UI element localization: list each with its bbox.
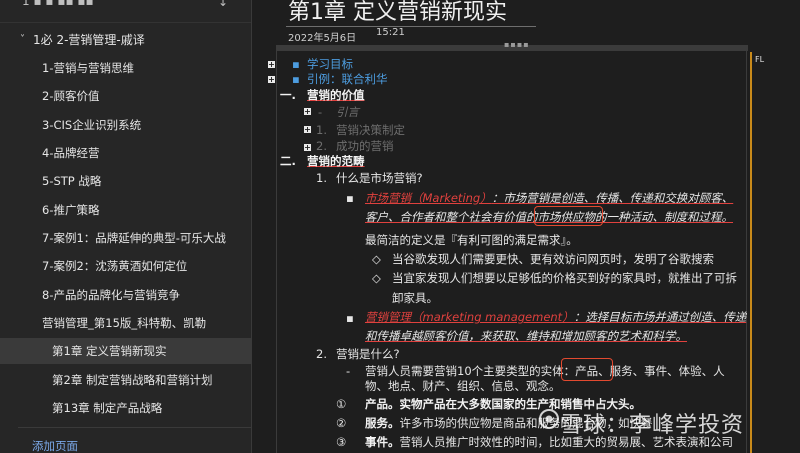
page-item-label: 7-案例2：沈荡黄酒如何定位 <box>42 259 188 273</box>
section-number: 一. <box>280 88 296 102</box>
expand-icon[interactable]: + <box>304 144 311 152</box>
outline-item[interactable]: 什么是市场营销? <box>336 170 423 186</box>
outline-item-collapsed[interactable]: 营销决策制定 <box>336 122 405 138</box>
page-item[interactable]: 第13章 制定产品战略 <box>0 395 251 421</box>
outline-bullet: ◇ <box>372 271 381 285</box>
page-item-label: 3-CIS企业识别系统 <box>42 118 142 132</box>
outline-bullet: ◇ <box>372 252 381 266</box>
outline-item[interactable]: 营销是什么? <box>336 346 400 362</box>
section-heading[interactable]: 营销的范畴 <box>307 153 365 169</box>
expand-icon[interactable]: + <box>268 76 275 84</box>
page-item[interactable]: 8-产品的品牌化与营销竞争 <box>0 282 251 308</box>
container-label: FL <box>755 55 765 64</box>
page-item-label: 第2章 制定营销战略和营销计划 <box>52 373 213 387</box>
page-item-label: 4-品牌经营 <box>42 146 100 160</box>
outline-bullet: ▪ <box>292 57 300 71</box>
page-item-label: 1-营销与营销思维 <box>42 61 134 75</box>
section-header[interactable]: ˅ 1必 2-营销管理-戚译 <box>0 29 251 51</box>
outline-bullet: ▪ <box>292 72 300 86</box>
page-time: 15:21 <box>376 27 405 38</box>
definition-term: 营销管理（marketing management） <box>365 310 574 324</box>
definition-text[interactable]: 和传播卓越顾客价值，来获取、维持和增加顾客的艺术和科学。 <box>365 328 687 344</box>
page-item[interactable]: 2-顾客价值 <box>0 83 251 109</box>
outline-number: ② <box>336 416 347 430</box>
outline-item[interactable]: 最简洁的定义是『有利可图的满足需求』。 <box>365 232 578 248</box>
outline-item[interactable]: 物、地点、财产、组织、信息、观念。 <box>365 378 561 394</box>
page-item[interactable]: 7-案例2：沈荡黄酒如何定位 <box>0 253 251 279</box>
definition-text: ：市场营销是创造、传播、传递和交换对顾客、 <box>491 191 734 205</box>
outline-item[interactable]: 营销人员需要营销10个主要类型的实体：产品、服务、事件、体验、人 <box>365 363 725 379</box>
outline-number: ③ <box>336 435 347 449</box>
outline-bullet: ▪ <box>346 311 354 325</box>
section-heading[interactable]: 营销的价值 <box>307 87 365 103</box>
outline-number: 2. <box>316 347 327 361</box>
outline-item[interactable]: 当宜家发现人们想要以足够低的价格买到好的家具时，就推出了可拆 <box>392 270 737 286</box>
expand-icon[interactable]: + <box>268 61 275 69</box>
page-item-label: 7-案例1：品牌延伸的典型-可乐大战 <box>42 231 226 245</box>
page-item-label: 第13章 制定产品战略 <box>52 401 163 415</box>
outline-number: 2. <box>316 139 327 153</box>
page-item[interactable]: 第2章 制定营销战略和营销计划 <box>0 367 251 393</box>
page-item[interactable]: 7-案例1：品牌延伸的典型-可乐大战 <box>0 225 251 251</box>
outline-item-intro-case[interactable]: 引例：联合利华 <box>307 71 388 87</box>
expand-icon[interactable]: + <box>304 126 311 134</box>
page-item[interactable]: 5-STP 战略 <box>0 168 251 194</box>
page-item[interactable]: 营销管理_第15版_科特勒、凯勒 <box>0 310 251 336</box>
page-item-label: 5-STP 战略 <box>42 174 102 188</box>
page-item-label: 8-产品的品牌化与营销竞争 <box>42 288 180 302</box>
title-underline <box>286 26 536 27</box>
page-date: 2022年5月6日 <box>288 33 357 44</box>
container-border <box>276 51 277 453</box>
outline-bullet: ▪ <box>346 191 354 205</box>
outline-item-learning-goals[interactable]: 学习目标 <box>307 56 353 72</box>
sidebar: 1 ▪ ▪ ▪▪ ▪▪ ↓ ˅ 1必 2-营销管理-戚译 1-营销与营销思维 2… <box>0 0 252 453</box>
container-border <box>746 51 747 453</box>
page-canvas[interactable]: 第1章 定义营销新现实 2022年5月6日 15:21 ▪▪▪▪ FL + ▪ … <box>252 0 800 453</box>
page-item-label: 2-顾客价值 <box>42 89 100 103</box>
outline-number: 1. <box>316 171 327 185</box>
outline-item-collapsed[interactable]: 引言 <box>336 104 359 120</box>
drag-handle-icon[interactable]: ▪▪▪▪ <box>504 40 530 49</box>
note-container-handle[interactable]: ▪▪▪▪ <box>276 40 748 51</box>
outline-item[interactable]: 当谷歌发现人们需要更快、更有效访问网页时，发明了谷歌搜索 <box>392 251 714 267</box>
watermark-text: 雪球：李峰学投资 <box>560 413 745 438</box>
outline-number: 1. <box>316 123 327 137</box>
highlight-box <box>534 206 603 226</box>
container-marker <box>750 52 752 453</box>
page-item-selected[interactable]: 第1章 定义营销新现实 <box>0 338 251 364</box>
expand-icon[interactable]: + <box>304 108 311 116</box>
outline-bullet: - <box>318 105 323 119</box>
page-item[interactable]: 3-CIS企业识别系统 <box>0 112 251 138</box>
page-item[interactable]: 6-推广策略 <box>0 197 251 223</box>
sort-arrow-icon[interactable]: ↓ <box>218 0 228 9</box>
sidebar-divider <box>18 427 251 428</box>
outline-bullet: - <box>346 364 351 378</box>
page-item[interactable]: 1-营销与营销思维 <box>0 55 251 81</box>
add-page-button[interactable]: 添加页面 <box>32 438 78 453</box>
section-label: 1必 2-营销管理-戚译 <box>33 33 145 47</box>
definition-line[interactable]: 市场营销（Marketing）：市场营销是创造、传播、传递和交换对顾客、 <box>365 190 733 206</box>
section-number: 二. <box>280 154 296 168</box>
outline-item-collapsed[interactable]: 成功的营销 <box>336 138 394 154</box>
outline-number: ① <box>336 397 347 411</box>
page-item-label: 6-推广策略 <box>42 203 100 217</box>
definition-line[interactable]: 营销管理（marketing management）：选择目标市场并通过创造、传… <box>365 309 746 325</box>
definition-term: 市场营销（Marketing） <box>365 191 492 205</box>
page-title[interactable]: 第1章 定义营销新现实 <box>288 0 507 26</box>
sidebar-top-cut-text: 1 ▪ ▪ ▪▪ ▪▪ <box>22 0 94 8</box>
highlight-box <box>561 358 613 381</box>
page-item-label: 第1章 定义营销新现实 <box>52 344 167 358</box>
page-item[interactable]: 4-品牌经营 <box>0 140 251 166</box>
sidebar-top-cut-item[interactable]: 1 ▪ ▪ ▪▪ ▪▪ ↓ <box>0 0 251 23</box>
item-bold-lead: 服务。 <box>365 416 400 430</box>
outline-item[interactable]: 卸家具。 <box>392 290 438 306</box>
page-item-label: 营销管理_第15版_科特勒、凯勒 <box>42 316 207 330</box>
definition-text: ：选择目标市场并通过创造、传递 <box>573 310 747 324</box>
snowball-logo-icon <box>539 409 559 429</box>
chevron-down-icon[interactable]: ˅ <box>20 29 25 51</box>
item-bold-lead: 事件。 <box>365 435 400 449</box>
